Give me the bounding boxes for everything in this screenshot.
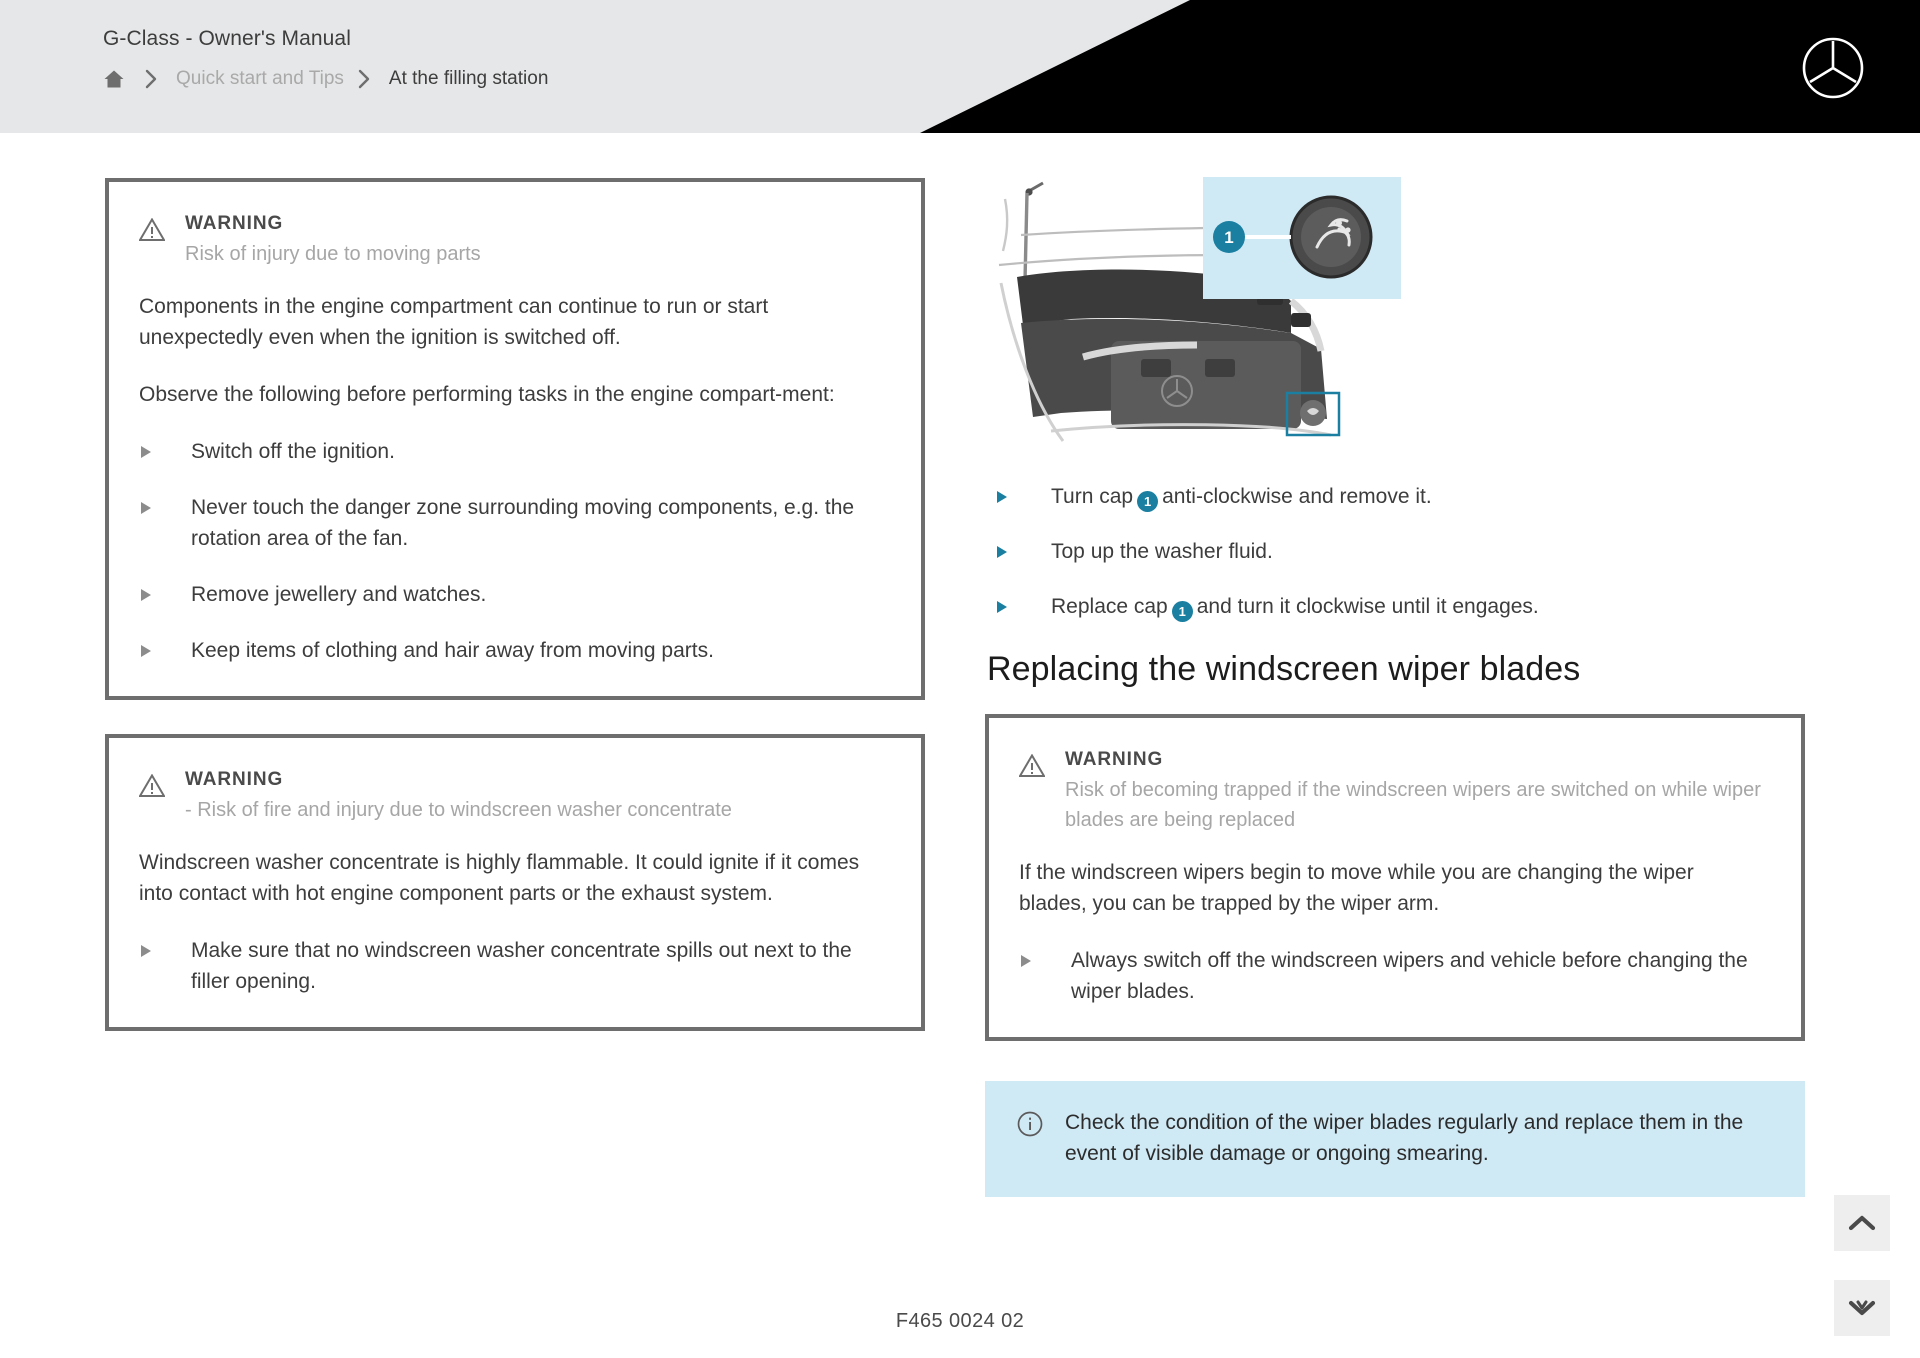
left-column: WARNING Risk of injury due to moving par… <box>105 178 925 1065</box>
warning-subtitle: Risk of becoming trapped if the windscre… <box>1065 779 1761 831</box>
list-item-text: Keep items of clothing and hair away fro… <box>191 639 714 662</box>
warning-body: Windscreen washer concentrate is highly … <box>139 847 887 909</box>
mercedes-star-icon <box>1801 36 1865 100</box>
list-item: Never touch the danger zone surrounding … <box>139 492 887 554</box>
bullet-arrow-icon <box>139 492 191 515</box>
callout-number-badge: 1 <box>1137 491 1159 512</box>
list-item: Top up the washer fluid. <box>995 536 1805 567</box>
list-item: Keep items of clothing and hair away fro… <box>139 635 887 666</box>
info-note: Check the condition of the wiper blades … <box>985 1081 1805 1197</box>
list-item: Switch off the ignition. <box>139 436 887 467</box>
list-item-text: Replace cap 1 and turn it clockwise until … <box>1051 591 1805 622</box>
document-code: F465 0024 02 <box>895 1310 1025 1332</box>
list-item: Turn cap 1 anti-clockwise and remove it. <box>995 481 1805 512</box>
breadcrumb-link-parent[interactable]: Quick start and Tips <box>176 68 344 90</box>
warning-triangle-icon <box>139 218 165 242</box>
right-column: 1 Turn cap 1 anti-clockwise and remove it.… <box>985 173 1805 1197</box>
step-list: Turn cap 1 anti-clockwise and remove it. T… <box>995 481 1805 622</box>
breadcrumb-current: At the filling station <box>388 68 549 89</box>
bullet-arrow-icon <box>995 536 1051 559</box>
svg-text:1: 1 <box>1224 228 1233 247</box>
warning-paragraph: If the windscreen wipers begin to move w… <box>1019 861 1694 915</box>
chevron-right-icon-2 <box>358 69 371 89</box>
info-circle-icon <box>1017 1111 1043 1137</box>
warning-body: Components in the engine compartment can… <box>139 291 887 410</box>
warning-body: If the windscreen wipers begin to move w… <box>1019 857 1767 919</box>
warning-bullet-list: Always switch off the windscreen wipers … <box>1019 945 1767 1007</box>
list-item-text: Turn cap 1 anti-clockwise and remove it. <box>1051 481 1805 512</box>
bullet-arrow-icon <box>139 635 191 658</box>
bullet-arrow-icon <box>1019 945 1071 968</box>
warning-title: WARNING <box>185 769 284 790</box>
warning-paragraph: Observe the following before performing … <box>139 383 835 406</box>
page-root: G-Class - Owner's Manual Quick start and… <box>0 0 1920 1358</box>
bullet-arrow-icon <box>995 591 1051 614</box>
list-item-text: Never touch the danger zone surrounding … <box>191 496 855 550</box>
scroll-to-top-button[interactable] <box>1834 1195 1890 1251</box>
warning-bullet-list: Make sure that no windscreen washer conc… <box>139 935 887 997</box>
page-title: Replacing the windscreen wiper blades <box>987 650 1581 688</box>
chevron-up-icon <box>1848 1215 1876 1231</box>
warning-bullet-list: Switch off the ignition. Never touch the… <box>139 436 887 666</box>
list-item: Remove jewellery and watches. <box>139 579 887 610</box>
warning-paragraph: Components in the engine compartment can… <box>139 295 769 349</box>
step-text-after: and turn it clockwise until it engages. <box>1196 595 1539 618</box>
warning-subtitle: - Risk of fire and injury due to windscr… <box>185 799 732 821</box>
breadcrumb: Quick start and Tips At the filling stat… <box>103 68 1920 90</box>
info-note-text: Check the condition of the wiper blades … <box>1065 1111 1744 1165</box>
bullet-arrow-icon <box>139 436 191 459</box>
list-item-text: Always switch off the windscreen wipers … <box>1071 949 1748 1003</box>
list-item-text: Remove jewellery and watches. <box>191 583 487 606</box>
home-icon[interactable] <box>103 68 131 90</box>
engine-compartment-washer-fluid-diagram: 1 <box>991 173 1691 463</box>
warning-title: WARNING <box>1065 749 1164 770</box>
callout-number-badge: 1 <box>1171 601 1193 622</box>
chevron-right-icon <box>145 69 158 89</box>
bullet-arrow-icon <box>139 935 191 958</box>
chevron-down-icon <box>1848 1300 1876 1316</box>
step-text-before: Turn cap <box>1051 485 1134 508</box>
warning-triangle-icon <box>1019 754 1045 778</box>
warning-box-trapped-wipers: WARNING Risk of becoming trapped if the … <box>985 714 1805 1041</box>
manual-title: G-Class - Owner's Manual <box>103 27 351 50</box>
warning-title: WARNING <box>185 213 284 234</box>
warning-triangle-icon <box>139 774 165 798</box>
list-item: Replace cap 1 and turn it clockwise until … <box>995 591 1805 622</box>
warning-paragraph: Windscreen washer concentrate is highly … <box>139 851 860 905</box>
list-item: Always switch off the windscreen wipers … <box>1019 945 1767 1007</box>
warning-box-washer-concentrate: WARNING - Risk of fire and injury due to… <box>105 734 925 1031</box>
step-text-after: anti-clockwise and remove it. <box>1162 485 1432 508</box>
app-header: G-Class - Owner's Manual Quick start and… <box>0 0 1920 133</box>
list-item-text: Make sure that no windscreen washer conc… <box>191 939 852 993</box>
list-item-text: Switch off the ignition. <box>191 440 395 463</box>
warning-subtitle: Risk of injury due to moving parts <box>185 243 481 265</box>
bullet-arrow-icon <box>139 579 191 602</box>
bullet-arrow-icon <box>995 481 1051 504</box>
scroll-to-bottom-button[interactable] <box>1834 1280 1890 1336</box>
step-text-before: Replace cap <box>1051 595 1168 618</box>
warning-box-moving-parts: WARNING Risk of injury due to moving par… <box>105 178 925 700</box>
list-item: Make sure that no windscreen washer conc… <box>139 935 887 997</box>
list-item-text: Top up the washer fluid. <box>1051 540 1273 563</box>
